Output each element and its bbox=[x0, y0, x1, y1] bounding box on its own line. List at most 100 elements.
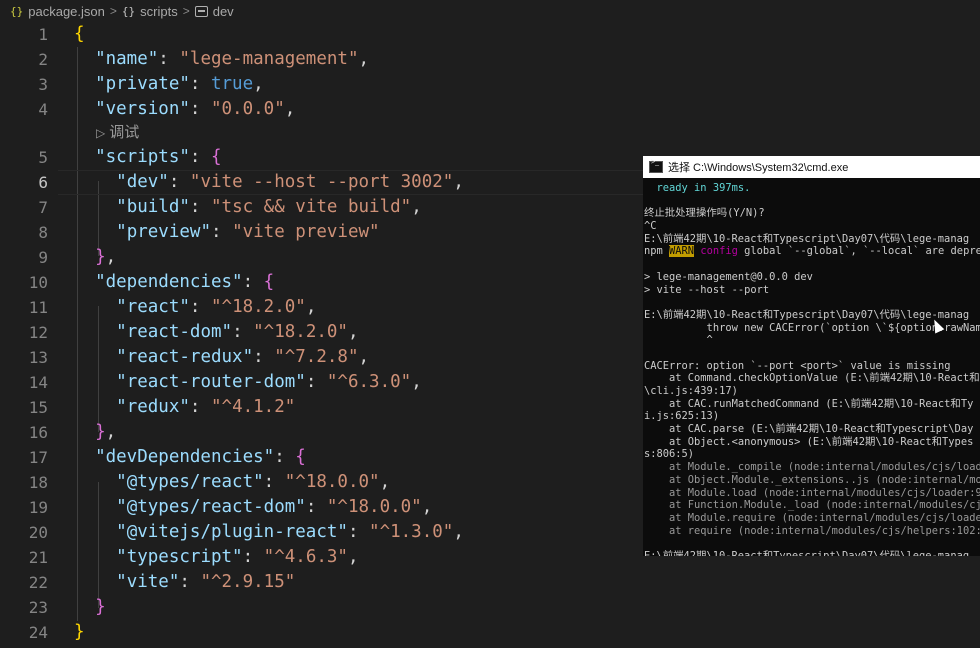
console-line: E:\前端42期\10-React和Typescript\Day07\代码\le… bbox=[644, 309, 980, 322]
cmd-title-bar[interactable]: 选择 C:\Windows\System32\cmd.exe bbox=[643, 156, 980, 178]
code-token: } bbox=[95, 247, 106, 267]
object-braces-icon: {} bbox=[121, 4, 136, 18]
code-token: : bbox=[158, 49, 180, 69]
code-token: : bbox=[189, 147, 211, 167]
code-line[interactable]: 23 } bbox=[0, 595, 980, 620]
code-token: : bbox=[189, 397, 211, 417]
console-text: > vite --host --port bbox=[644, 283, 770, 296]
code-token: , bbox=[379, 472, 391, 492]
code-text: "name": "lege-management", bbox=[74, 47, 369, 72]
code-token: "^4.6.3" bbox=[263, 547, 348, 567]
console-text: E:\前端42期\10-React和Typescript\Day07\代码\le… bbox=[644, 232, 970, 245]
console-text: config bbox=[694, 245, 738, 258]
code-token: "0.0.0" bbox=[210, 99, 285, 119]
code-token: "^2.9.15" bbox=[200, 572, 296, 592]
code-text: "scripts": { bbox=[74, 145, 221, 170]
code-token: : bbox=[347, 522, 370, 542]
code-token: { bbox=[263, 272, 275, 292]
breadcrumb-file[interactable]: package.json bbox=[28, 4, 105, 19]
code-line[interactable]: 3 "private": true, bbox=[0, 72, 980, 97]
console-line: E:\前端42期\10-React和Typescript\Day07\代码\le… bbox=[644, 550, 980, 556]
code-token: : bbox=[242, 272, 264, 292]
cmd-title: 选择 C:\Windows\System32\cmd.exe bbox=[668, 162, 849, 174]
console-text: global `--global`, `--local` are depre bbox=[737, 245, 980, 258]
code-token: , bbox=[411, 197, 422, 217]
code-line[interactable]: 4 "version": "0.0.0", bbox=[0, 97, 980, 122]
code-token: , bbox=[358, 347, 370, 367]
console-line: at Command.checkOptionValue (E:\前端42期\10… bbox=[644, 372, 980, 385]
code-token: "vite preview" bbox=[232, 222, 380, 242]
code-token: , bbox=[253, 74, 264, 94]
console-line: npm WARN config global `--global`, `--lo… bbox=[644, 245, 980, 258]
code-token: : bbox=[305, 372, 327, 392]
code-token: : bbox=[242, 547, 264, 567]
console-line: E:\前端42期\10-React和Typescript\Day07\代码\le… bbox=[644, 233, 980, 246]
terminal-icon bbox=[649, 159, 663, 173]
console-line: at Object.Module._extensions..js (node:i… bbox=[644, 474, 980, 487]
code-line[interactable]: 1{ bbox=[0, 22, 980, 47]
console-line: at CAC.runMatchedCommand (E:\前端42期\10-Re… bbox=[644, 398, 980, 411]
code-text: "dependencies": { bbox=[74, 270, 274, 295]
code-token: , bbox=[105, 422, 117, 442]
code-token: "^18.2.0" bbox=[253, 322, 348, 342]
console-line: s:806:5) bbox=[644, 448, 980, 461]
breadcrumb-section[interactable]: scripts bbox=[140, 4, 178, 19]
code-token: : bbox=[253, 347, 275, 367]
line-number: 8 bbox=[38, 223, 48, 242]
code-token: "vite" bbox=[116, 572, 180, 592]
code-token: "devDependencies" bbox=[95, 447, 275, 467]
line-number: 9 bbox=[38, 248, 48, 267]
line-number: 13 bbox=[28, 348, 48, 367]
console-text: at CAC.runMatchedCommand (E:\前端42期\10-Re… bbox=[644, 397, 974, 410]
code-text: "vite": "^2.9.15" bbox=[74, 570, 295, 595]
debug-codelens[interactable]: ▷ 调试 bbox=[96, 122, 139, 144]
code-token: } bbox=[74, 622, 85, 642]
code-text: } bbox=[74, 595, 106, 620]
line-number: 2 bbox=[38, 50, 48, 69]
code-text: "@types/react-dom": "^18.0.0", bbox=[74, 495, 432, 520]
code-token: : bbox=[168, 172, 190, 192]
console-text: at Command.checkOptionValue (E:\前端42期\10… bbox=[644, 372, 980, 385]
chevron-right-icon: > bbox=[109, 4, 117, 18]
console-text: ^ bbox=[644, 334, 713, 347]
line-number: 14 bbox=[28, 373, 48, 392]
console-text: \cli.js:439:17) bbox=[644, 385, 738, 397]
code-text: "build": "tsc && vite build", bbox=[74, 195, 422, 220]
code-line[interactable]: 2 "name": "lege-management", bbox=[0, 47, 980, 72]
code-token: : bbox=[210, 222, 233, 242]
line-number: 4 bbox=[38, 100, 48, 119]
code-text: "react-dom": "^18.2.0", bbox=[74, 320, 358, 345]
breadcrumb-key[interactable]: dev bbox=[213, 4, 234, 19]
console-line: > lege-management@0.0.0 dev bbox=[644, 271, 980, 284]
console-text: at CAC.parse (E:\前端42期\10-React和Typescri… bbox=[644, 423, 974, 436]
play-icon: ▷ bbox=[96, 126, 106, 140]
code-token: "build" bbox=[116, 197, 190, 217]
console-text: at Module.load (node:internal/modules/cj… bbox=[644, 486, 980, 499]
code-token: } bbox=[95, 597, 106, 617]
code-token: "^4.1.2" bbox=[211, 397, 296, 417]
code-line[interactable]: 24} bbox=[0, 620, 980, 645]
code-token: { bbox=[74, 24, 85, 44]
code-line[interactable]: 22 "vite": "^2.9.15" bbox=[0, 570, 980, 595]
line-number: 21 bbox=[28, 548, 48, 567]
line-number: 24 bbox=[28, 623, 48, 642]
debug-codelens-label: 调试 bbox=[109, 124, 140, 141]
cmd-window[interactable]: 选择 C:\Windows\System32\cmd.exe ready in … bbox=[643, 156, 980, 556]
code-text: { bbox=[74, 22, 85, 47]
code-token: "dependencies" bbox=[95, 272, 243, 292]
console-line: ready in 397ms. bbox=[644, 182, 980, 195]
code-token: : bbox=[189, 297, 211, 317]
